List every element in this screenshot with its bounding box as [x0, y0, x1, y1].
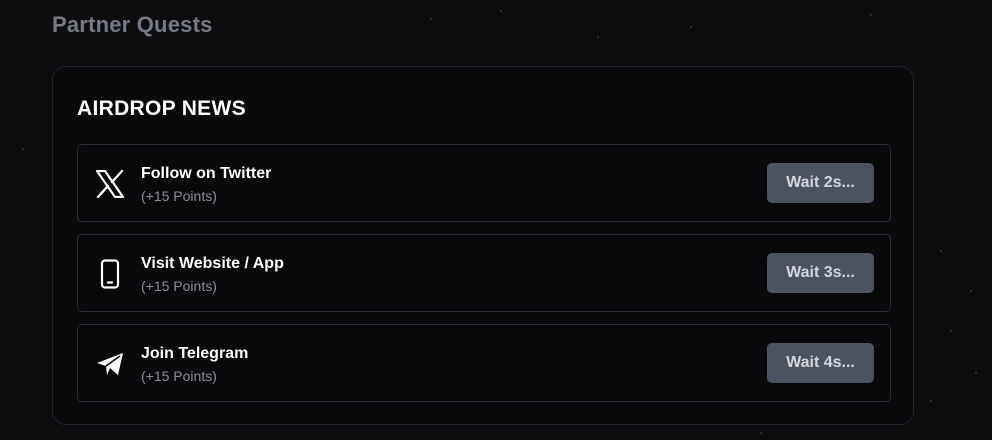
quest-row-website[interactable]: Visit Website / App (+15 Points) Wait 3s…	[77, 234, 891, 312]
quest-points: (+15 Points)	[141, 368, 217, 384]
section-title: Partner Quests	[52, 12, 213, 37]
quest-title: Join Telegram	[141, 345, 249, 362]
wait-button-telegram[interactable]: Wait 4s...	[767, 343, 874, 383]
card-title: AIRDROP NEWS	[77, 97, 246, 120]
airdrop-news-card: AIRDROP NEWS Follow on Twitter (+15 Poin…	[52, 66, 914, 425]
quest-points: (+15 Points)	[141, 188, 217, 204]
quest-title: Visit Website / App	[141, 255, 284, 272]
wait-button-website[interactable]: Wait 3s...	[767, 253, 874, 293]
x-twitter-icon	[94, 168, 126, 200]
wait-button-twitter[interactable]: Wait 2s...	[767, 163, 874, 203]
telegram-icon	[94, 348, 126, 380]
quest-points: (+15 Points)	[141, 278, 217, 294]
smartphone-icon	[94, 258, 126, 290]
quest-row-twitter[interactable]: Follow on Twitter (+15 Points) Wait 2s..…	[77, 144, 891, 222]
quest-title: Follow on Twitter	[141, 165, 272, 182]
quest-row-telegram[interactable]: Join Telegram (+15 Points) Wait 4s...	[77, 324, 891, 402]
